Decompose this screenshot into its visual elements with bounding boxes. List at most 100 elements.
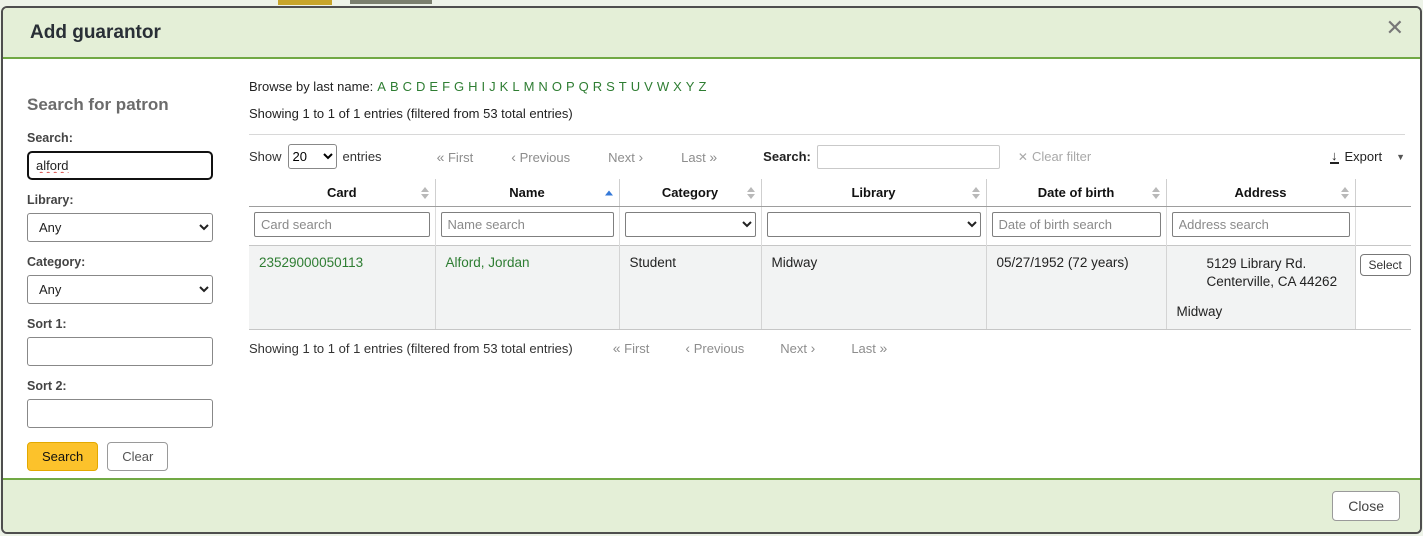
close-icon[interactable]: ✕ xyxy=(1386,18,1404,40)
pagination-bottom: « First ‹ Previous Next › Last » xyxy=(613,340,924,356)
browse-letter-u[interactable]: U xyxy=(631,79,640,94)
export-label: Export xyxy=(1345,149,1383,164)
browse-letter-i[interactable]: I xyxy=(482,79,486,94)
modal-footer: Close xyxy=(3,478,1420,532)
last-page-icon: » xyxy=(709,149,717,165)
browse-letter-n[interactable]: N xyxy=(538,79,547,94)
search-input[interactable] xyxy=(27,151,213,180)
address-cell: 5129 Library Rd. Centerville, CA 44262 M… xyxy=(1166,246,1355,330)
select-patron-button[interactable]: Select xyxy=(1360,254,1411,276)
column-header-address[interactable]: Address xyxy=(1166,179,1355,207)
sort2-input[interactable] xyxy=(27,399,213,428)
modal-header: Add guarantor ✕ xyxy=(3,8,1420,59)
browse-letter-y[interactable]: Y xyxy=(686,79,695,94)
last-page-button[interactable]: Last » xyxy=(681,149,717,165)
results-summary-top: Showing 1 to 1 of 1 entries (filtered fr… xyxy=(249,106,1405,121)
add-guarantor-modal: Add guarantor ✕ Search for patron Search… xyxy=(1,6,1422,534)
first-page-button[interactable]: « First xyxy=(437,149,474,165)
previous-page-button[interactable]: ‹ Previous xyxy=(511,149,570,165)
previous-page-icon: ‹ xyxy=(511,149,516,165)
category-filter-select[interactable] xyxy=(625,212,756,237)
browse-by-last-name: Browse by last name:ABCDEFGHIJKLMNOPQRST… xyxy=(249,79,1405,94)
address-filter-input[interactable] xyxy=(1172,212,1350,237)
browse-letter-t[interactable]: T xyxy=(619,79,627,94)
browse-letter-z[interactable]: Z xyxy=(698,79,706,94)
browse-letter-d[interactable]: D xyxy=(416,79,425,94)
browse-letter-j[interactable]: J xyxy=(489,79,496,94)
export-button[interactable]: ↓ Export ▼ xyxy=(1330,149,1405,164)
clear-filter-button[interactable]: ✕Clear filter xyxy=(1018,149,1091,164)
first-page-button[interactable]: « First xyxy=(613,340,650,356)
library-select[interactable]: Any xyxy=(27,213,213,242)
patron-results-main: Browse by last name:ABCDEFGHIJKLMNOPQRST… xyxy=(249,59,1420,478)
sidebar-heading: Search for patron xyxy=(27,95,213,115)
column-header-actions xyxy=(1355,179,1411,207)
sort-icon xyxy=(1341,187,1349,199)
library-cell: Midway xyxy=(761,246,986,330)
table-search-label: Search: xyxy=(763,149,811,164)
sort-icon xyxy=(1152,187,1160,199)
pagination-top: « First ‹ Previous Next › Last » xyxy=(437,149,756,165)
card-filter-input[interactable] xyxy=(254,212,430,237)
dob-cell: 05/27/1952 (72 years) xyxy=(986,246,1166,330)
last-page-button[interactable]: Last » xyxy=(851,340,887,356)
next-page-button[interactable]: Next › xyxy=(780,340,815,356)
background-save-button-fragment xyxy=(278,0,332,5)
entries-label: entries xyxy=(343,149,382,164)
browse-letter-w[interactable]: W xyxy=(657,79,669,94)
browse-letter-k[interactable]: K xyxy=(500,79,509,94)
browse-letter-f[interactable]: F xyxy=(442,79,450,94)
browse-letter-p[interactable]: P xyxy=(566,79,575,94)
browse-letter-v[interactable]: V xyxy=(644,79,653,94)
page-size-select[interactable]: 20 xyxy=(288,144,337,169)
sort1-label: Sort 1: xyxy=(27,317,213,331)
browse-letter-l[interactable]: L xyxy=(512,79,519,94)
sort-icon xyxy=(972,187,980,199)
browse-letter-g[interactable]: G xyxy=(454,79,464,94)
browse-letter-q[interactable]: Q xyxy=(579,79,589,94)
next-page-button[interactable]: Next › xyxy=(608,149,643,165)
browse-letter-h[interactable]: H xyxy=(468,79,477,94)
dob-filter-input[interactable] xyxy=(992,212,1161,237)
export-caret-icon: ▼ xyxy=(1396,152,1405,162)
browse-letter-e[interactable]: E xyxy=(429,79,438,94)
browse-letter-m[interactable]: M xyxy=(524,79,535,94)
category-cell: Student xyxy=(619,246,761,330)
table-footer-info: Showing 1 to 1 of 1 entries (filtered fr… xyxy=(249,330,1405,366)
sort1-input[interactable] xyxy=(27,337,213,366)
category-label: Category: xyxy=(27,255,213,269)
table-search-input[interactable] xyxy=(817,145,1000,169)
library-filter-select[interactable] xyxy=(767,212,981,237)
browse-letter-o[interactable]: O xyxy=(552,79,562,94)
download-icon: ↓ xyxy=(1330,149,1339,164)
browse-letter-s[interactable]: S xyxy=(606,79,615,94)
name-filter-input[interactable] xyxy=(441,212,614,237)
search-button[interactable]: Search xyxy=(27,442,98,471)
sort-icon xyxy=(747,187,755,199)
column-header-card[interactable]: Card xyxy=(249,179,435,207)
sort-icon xyxy=(421,187,429,199)
table-row: 23529000050113 Alford, Jordan Student Mi… xyxy=(249,246,1411,330)
browse-letter-a[interactable]: A xyxy=(377,79,386,94)
close-button[interactable]: Close xyxy=(1332,491,1400,521)
sort2-label: Sort 2: xyxy=(27,379,213,393)
column-header-library[interactable]: Library xyxy=(761,179,986,207)
browse-letter-x[interactable]: X xyxy=(673,79,682,94)
previous-page-button[interactable]: ‹ Previous xyxy=(685,340,744,356)
sort-asc-icon xyxy=(605,190,613,195)
clear-button[interactable]: Clear xyxy=(107,442,168,471)
patron-search-sidebar: Search for patron Search: Library: Any C… xyxy=(3,59,249,478)
patron-name-link[interactable]: Alford, Jordan xyxy=(446,255,530,270)
patron-results-table: Card Name Category Library xyxy=(249,179,1411,330)
column-header-date-of-birth[interactable]: Date of birth xyxy=(986,179,1166,207)
browse-letter-b[interactable]: B xyxy=(390,79,399,94)
browse-letter-r[interactable]: R xyxy=(593,79,602,94)
background-cancel-link-fragment xyxy=(350,0,432,4)
column-header-category[interactable]: Category xyxy=(619,179,761,207)
browse-letter-c[interactable]: C xyxy=(403,79,412,94)
clear-filter-x-icon: ✕ xyxy=(1018,150,1028,164)
column-header-name[interactable]: Name xyxy=(435,179,619,207)
category-select[interactable]: Any xyxy=(27,275,213,304)
search-label: Search: xyxy=(27,131,213,145)
cardnumber-link[interactable]: 23529000050113 xyxy=(259,255,363,270)
